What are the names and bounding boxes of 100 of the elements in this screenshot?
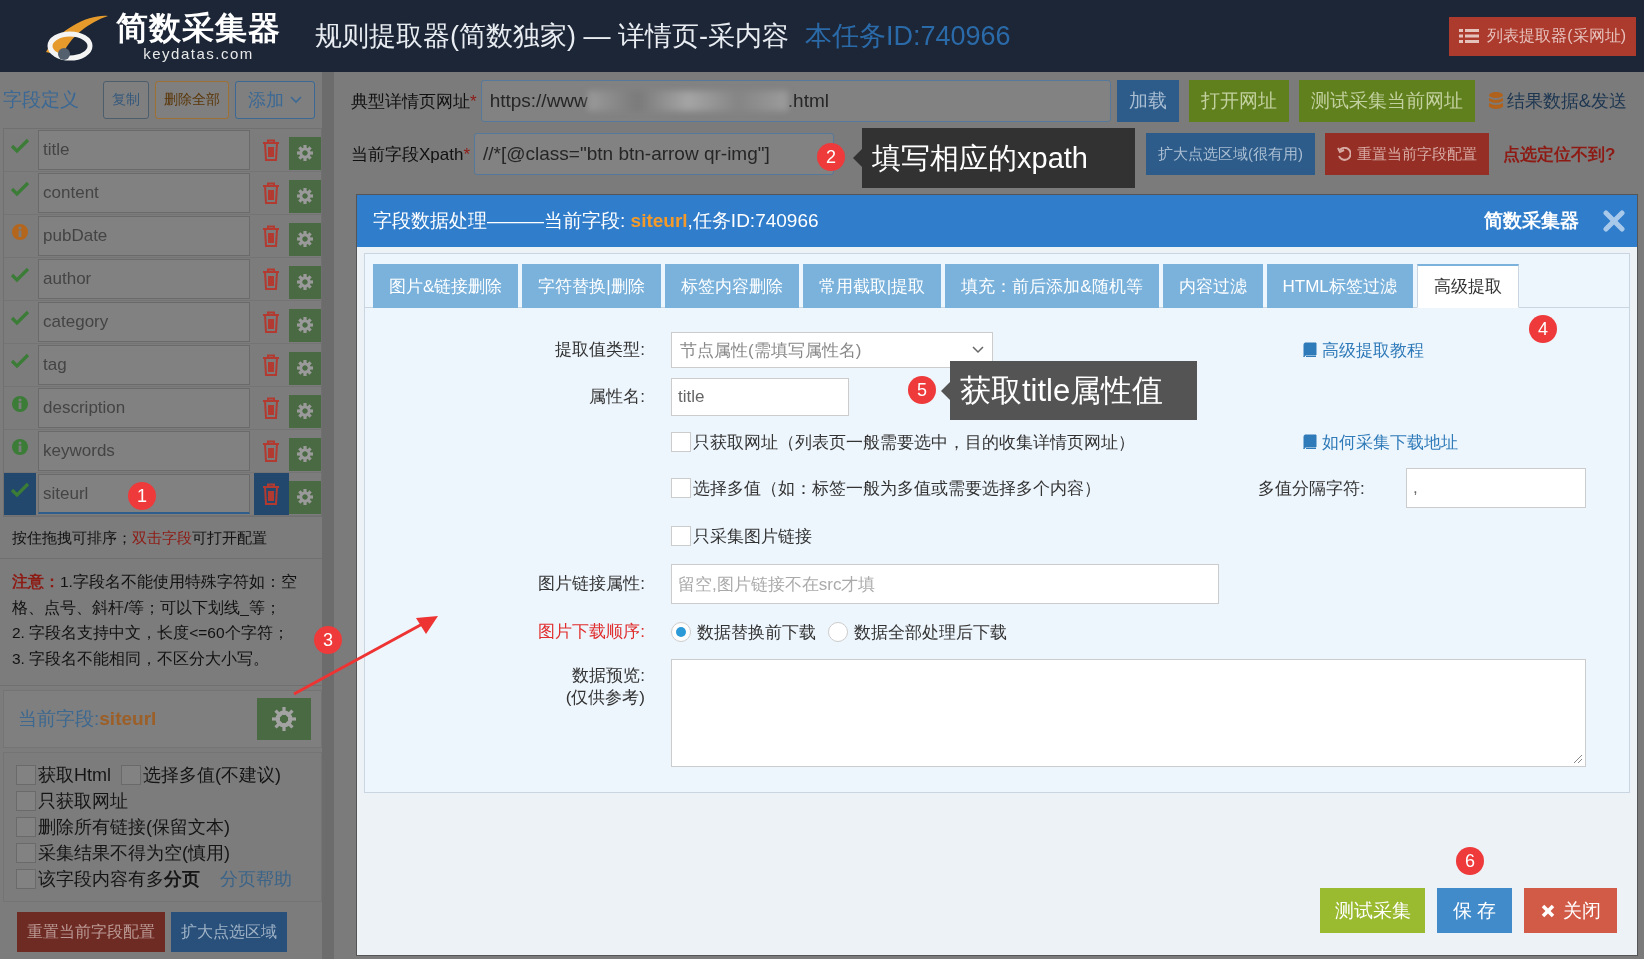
separator-input[interactable]: , — [1406, 468, 1586, 508]
gear-icon — [272, 707, 296, 731]
checkbox[interactable] — [121, 765, 141, 785]
trash-icon[interactable] — [262, 225, 281, 247]
trash-icon[interactable] — [262, 182, 281, 204]
option-label: 选择多值(不建议) — [143, 764, 281, 787]
tab[interactable]: 高级提取 — [1416, 264, 1519, 308]
tab[interactable]: 内容过滤 — [1162, 264, 1263, 308]
close-button[interactable]: 关闭 — [1524, 888, 1617, 933]
tab[interactable]: 图片&链接删除 — [373, 264, 519, 308]
check-icon — [10, 353, 30, 369]
toolbar-button[interactable]: 加载 — [1116, 80, 1179, 122]
tab[interactable]: 常用截取|提取 — [802, 264, 942, 308]
toolbar-button[interactable]: 扩大点选区域(很有用) — [1146, 133, 1316, 175]
locate-help-link[interactable]: 点选定位不到? — [1503, 142, 1616, 166]
trash-icon[interactable] — [262, 139, 281, 161]
checkbox[interactable] — [16, 765, 36, 785]
add-button[interactable]: 添加 — [235, 81, 315, 119]
save-button[interactable]: 保 存 — [1437, 888, 1512, 933]
image-attribute-input[interactable]: 留空,图片链接不在src才填 — [671, 564, 1219, 604]
settings-button[interactable] — [288, 179, 321, 213]
tab[interactable]: HTML标签过滤 — [1266, 264, 1413, 308]
settings-button[interactable] — [288, 222, 321, 256]
tab[interactable]: 字符替换|删除 — [522, 264, 661, 308]
info-icon — [12, 439, 28, 455]
field-name-input[interactable]: pubDate — [38, 216, 250, 256]
tab[interactable]: 填充：前后添加&随机等 — [945, 264, 1159, 308]
gear-icon — [296, 446, 313, 462]
download-help-link[interactable]: 如何采集下载地址 — [1231, 430, 1586, 454]
field-row[interactable]: pubDate — [4, 215, 321, 258]
check-icon — [10, 138, 30, 154]
field-name-input[interactable]: description — [38, 388, 250, 428]
preview-textarea[interactable] — [671, 659, 1586, 767]
trash-icon[interactable] — [262, 440, 281, 462]
field-row[interactable]: category — [4, 301, 321, 344]
help-link[interactable]: 分页帮助 — [220, 867, 292, 891]
field-name-input[interactable]: author — [38, 259, 250, 299]
field-row[interactable]: title — [4, 129, 321, 172]
reset-button[interactable]: 重置当前字段配置 — [17, 912, 165, 952]
toolbar-button[interactable]: 打开网址 — [1188, 80, 1289, 122]
option-label: 数据全部处理后下载 — [854, 621, 1007, 644]
gear-icon — [296, 360, 313, 376]
list-extractor-button[interactable]: 列表提取器(采网址) — [1449, 16, 1636, 56]
attribute-input[interactable]: title — [671, 378, 849, 416]
modal-title: 字段数据处理———当前字段: siteurl,任务ID:740966 — [373, 209, 819, 233]
field-row[interactable]: content — [4, 172, 321, 215]
field-name-input[interactable]: title — [38, 130, 250, 170]
trash-icon[interactable] — [262, 397, 281, 419]
settings-button[interactable] — [288, 265, 321, 299]
info-icon — [12, 224, 28, 240]
copy-button[interactable]: 复制 — [103, 81, 149, 119]
radio-button[interactable] — [828, 622, 848, 642]
settings-button[interactable] — [257, 698, 311, 740]
field-row[interactable]: keywords — [4, 430, 321, 473]
results-link[interactable]: 结果数据&发送 — [1488, 89, 1627, 113]
field-name-input[interactable]: keywords — [38, 431, 250, 471]
trash-icon[interactable] — [262, 483, 281, 505]
trash-icon[interactable] — [262, 311, 281, 333]
type-dropdown[interactable]: 节点属性(需填写属性名) — [671, 332, 993, 368]
settings-button[interactable] — [288, 308, 321, 342]
check-icon — [10, 310, 30, 326]
checkbox[interactable] — [16, 843, 36, 863]
close-icon[interactable] — [1603, 210, 1625, 232]
task-id: 本任务ID:740966 — [805, 20, 1011, 53]
field-row[interactable]: author — [4, 258, 321, 301]
close-icon — [1540, 903, 1555, 918]
field-label: 属性名: — [588, 386, 646, 408]
info-icon — [12, 396, 28, 412]
test-button[interactable]: 测试采集 — [1320, 888, 1425, 933]
tab[interactable]: 标签内容删除 — [664, 264, 799, 308]
list-icon — [1459, 28, 1480, 44]
trash-icon[interactable] — [262, 354, 281, 376]
toolbar-button[interactable]: 重置当前字段配置 — [1325, 133, 1490, 175]
logo-domain: keydatas.com — [143, 46, 254, 62]
settings-button[interactable] — [288, 437, 321, 471]
url-input[interactable]: https://www .html — [480, 80, 1111, 122]
settings-button[interactable] — [288, 351, 321, 385]
field-row[interactable]: description — [4, 387, 321, 430]
settings-button[interactable] — [288, 394, 321, 428]
checkbox[interactable] — [16, 791, 36, 811]
field-name-input[interactable]: category — [38, 302, 250, 342]
gear-icon — [296, 145, 313, 161]
toolbar-button[interactable]: 测试采集当前网址 — [1298, 80, 1475, 122]
field-label: 图片下载顺序: — [537, 621, 646, 643]
field-row[interactable]: tag — [4, 344, 321, 387]
callout-label: 填写相应的xpath — [862, 128, 1135, 188]
check-icon — [10, 482, 30, 498]
checkbox[interactable] — [16, 817, 36, 837]
settings-button[interactable] — [288, 136, 321, 170]
callout-pointer — [853, 149, 862, 167]
caret-icon — [972, 346, 984, 354]
checkbox[interactable] — [16, 869, 36, 889]
option-label: 只获取网址 — [38, 790, 128, 813]
trash-icon[interactable] — [262, 268, 281, 290]
settings-button[interactable] — [288, 480, 321, 514]
radio-button[interactable] — [671, 622, 691, 642]
expand-button[interactable]: 扩大点选区域 — [171, 912, 287, 952]
field-name-input[interactable]: tag — [38, 345, 250, 385]
delete-button[interactable]: 删除全部 — [155, 81, 229, 119]
field-name-input[interactable]: content — [38, 173, 250, 213]
